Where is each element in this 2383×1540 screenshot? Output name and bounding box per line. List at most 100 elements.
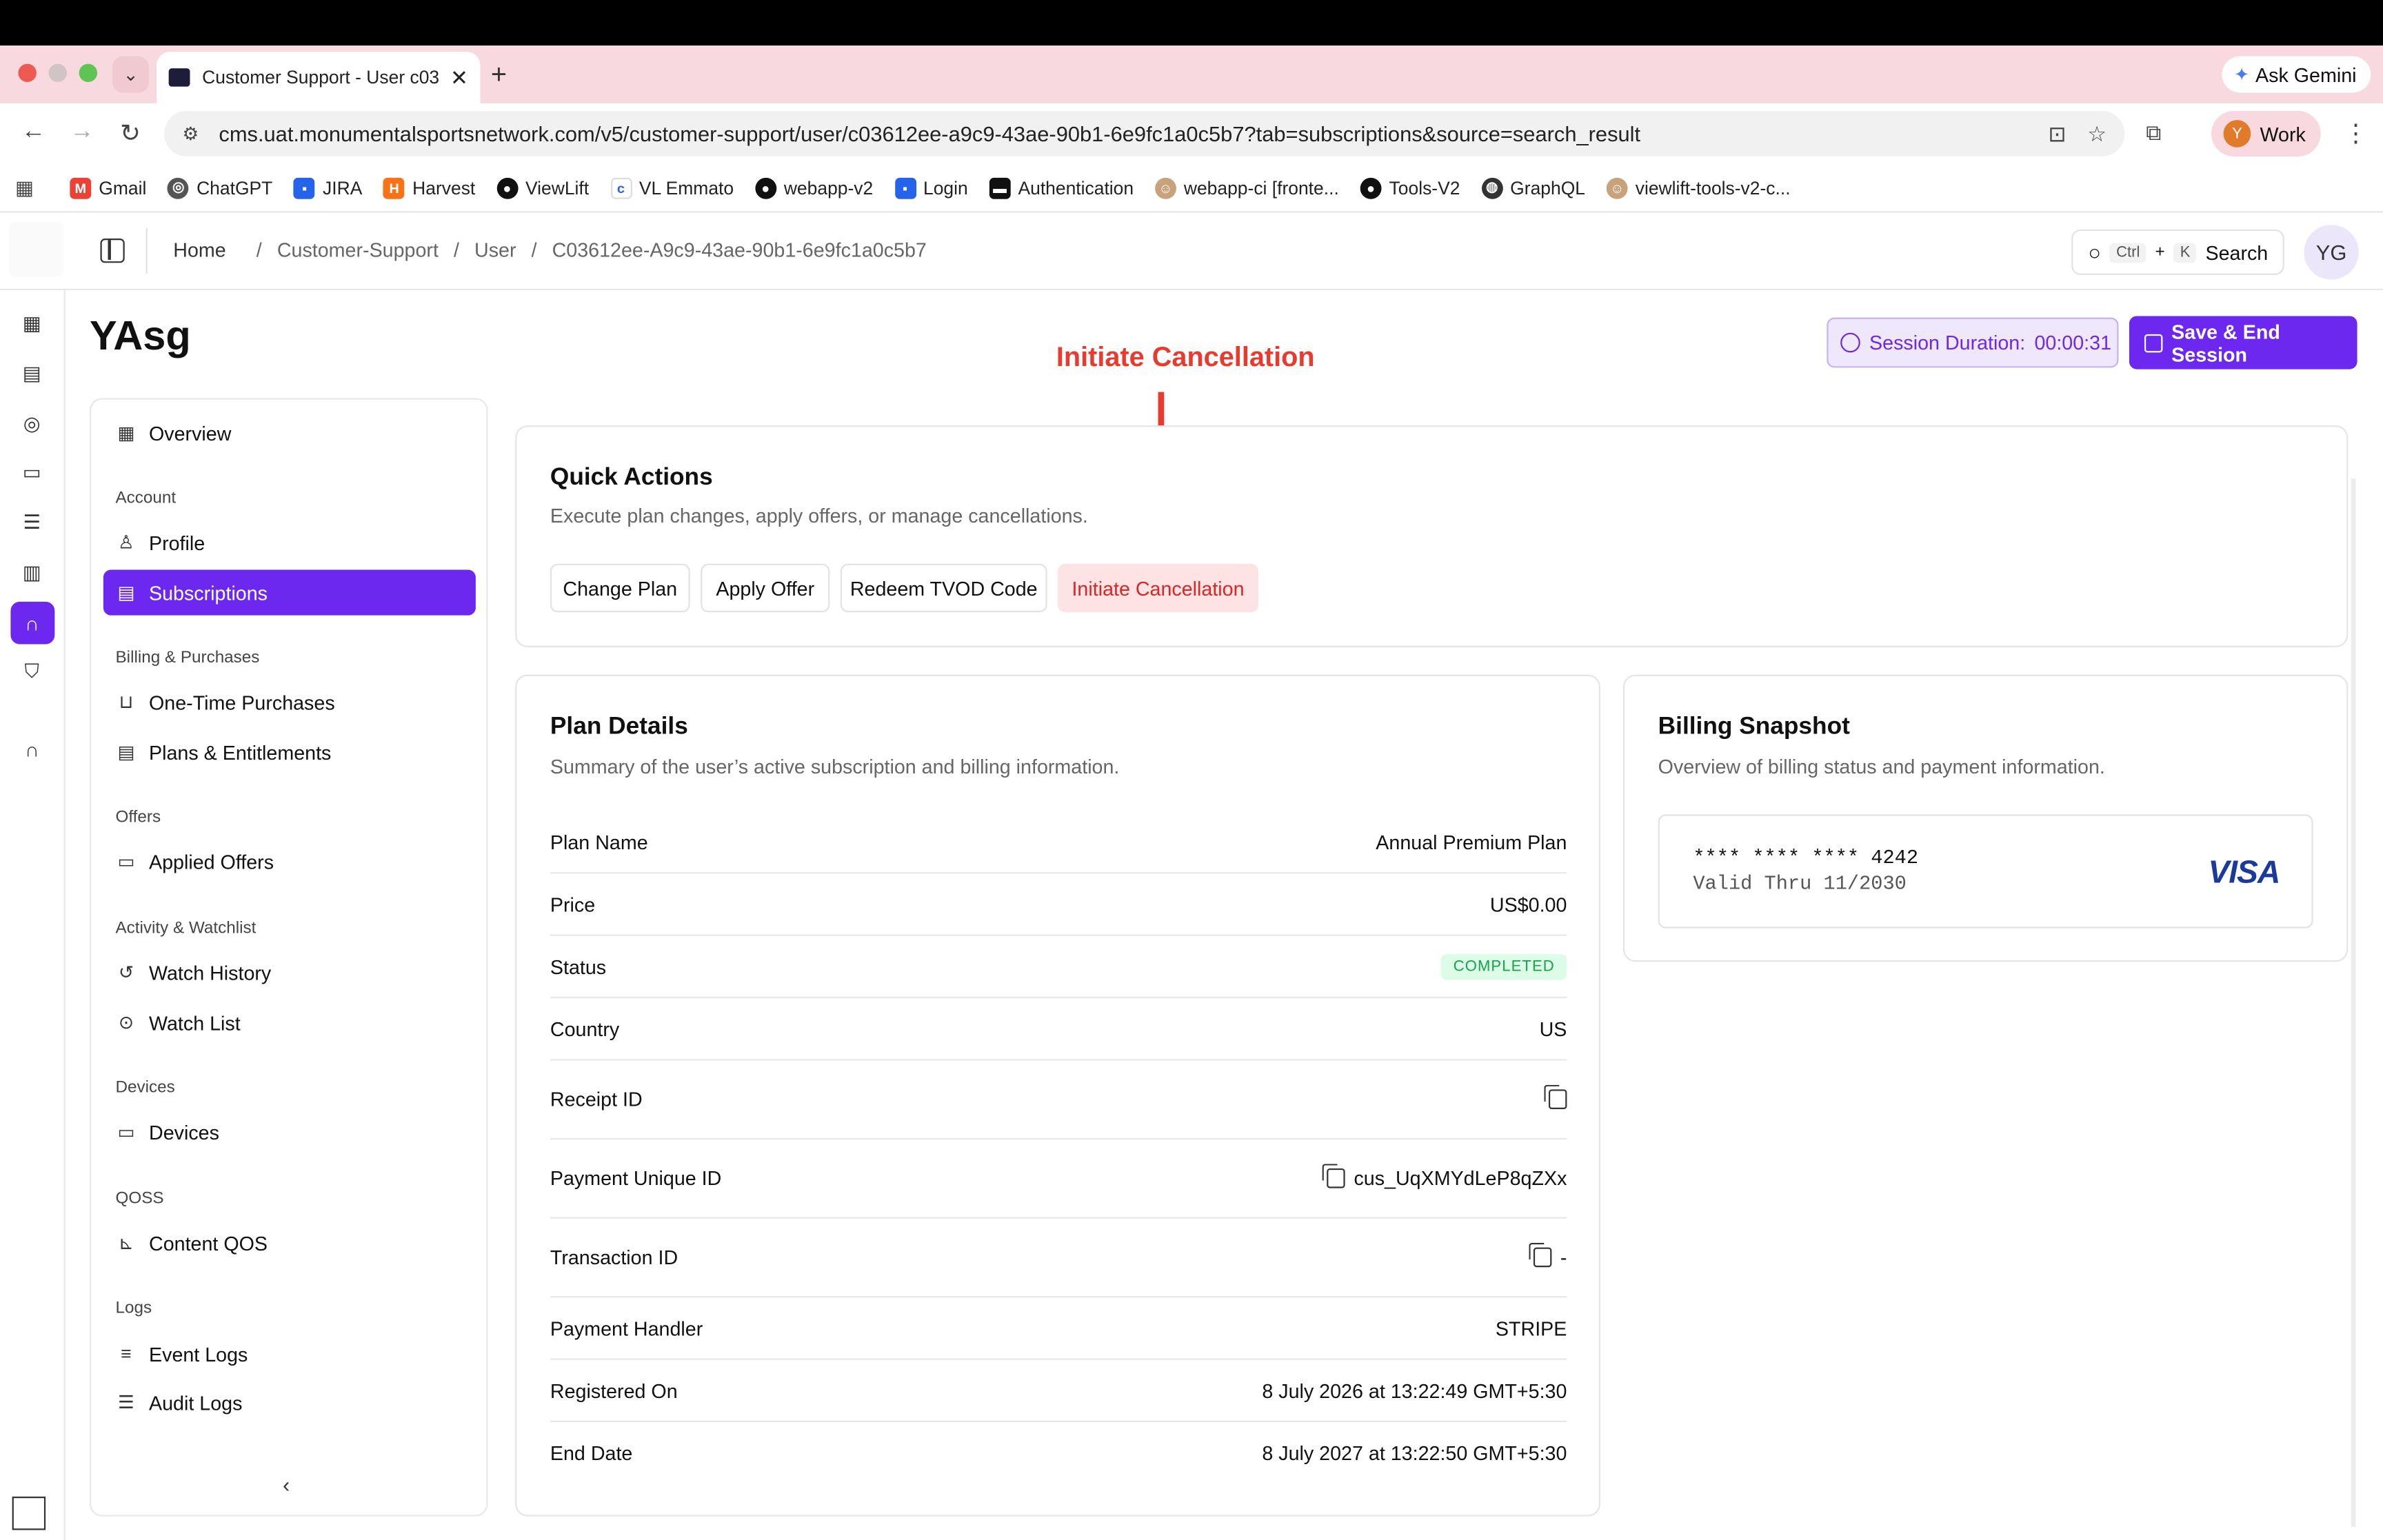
bookmark-item[interactable]: H Harvest <box>383 176 475 199</box>
sidebar: ▦ Overview Account ♙ Profile ▤ Subscription… <box>90 398 488 1517</box>
new-tab-plus-icon[interactable]: + <box>491 59 507 91</box>
minimize-window-button[interactable] <box>48 63 67 83</box>
github-icon: ● <box>496 176 518 199</box>
row-value: cus_UqXMYdLeP8qZXx <box>1354 1166 1567 1190</box>
chatgpt-icon: ◎ <box>168 176 190 199</box>
save-label: Save & End Session <box>2171 319 2280 366</box>
page-title: YAsg <box>90 313 191 359</box>
sliders-icon[interactable]: ☰ <box>20 511 44 535</box>
sidebar-item-watch-list[interactable]: ⊙ Watch List <box>103 1000 476 1045</box>
breadcrumb-customer-support[interactable]: Customer-Support <box>277 239 439 261</box>
row-value: - <box>1560 1246 1567 1269</box>
bookmark-star-icon[interactable]: ☆ <box>2087 121 2107 146</box>
bookmark-item[interactable]: ☺ viewlift-tools-v2-c... <box>1606 176 1791 199</box>
copy-icon[interactable] <box>1528 1242 1551 1268</box>
bookmark-item[interactable]: ● webapp-v2 <box>754 176 873 199</box>
address-bar[interactable]: ⚙ cms.uat.monumentalsportsnetwork.com/v5… <box>164 110 2125 157</box>
redeem-tvod-button[interactable]: Redeem TVOD Code <box>840 563 1047 613</box>
bookmark-item[interactable]: ▪ Login <box>894 176 968 199</box>
extensions-puzzle-icon[interactable]: ⧉ <box>2146 120 2161 145</box>
reload-icon[interactable]: ↻ <box>120 119 141 149</box>
tab-search-chevron-icon[interactable]: ⌄ <box>112 56 150 93</box>
bookmark-item[interactable]: ◍ GraphQL <box>1481 176 1585 199</box>
row-value: US$0.00 <box>1489 892 1567 915</box>
bookmark-label: Tools-V2 <box>1389 176 1460 199</box>
breadcrumb-home[interactable]: Home <box>173 239 225 261</box>
bookmark-label: ViewLift <box>525 176 590 199</box>
film-icon[interactable]: ▤ <box>20 362 44 386</box>
kbd-plus: + <box>2155 243 2165 262</box>
maximize-window-button[interactable] <box>79 63 98 83</box>
back-arrow-icon[interactable]: ← <box>21 119 46 146</box>
bookmark-item[interactable]: ◎ ChatGPT <box>168 176 272 199</box>
feedback-icon[interactable] <box>12 1497 46 1530</box>
search-icon: ○ <box>2088 240 2102 265</box>
sidebar-item-plans-entitlements[interactable]: ▤ Plans & Entitlements <box>103 729 476 775</box>
apps-grid-icon[interactable]: ▦ <box>15 176 39 200</box>
headset-icon: ∩ <box>24 611 39 635</box>
breadcrumb-user[interactable]: User <box>474 239 516 261</box>
search-label: Search <box>2205 241 2269 264</box>
collapse-sidebar-icon[interactable]: ‹ <box>283 1472 290 1497</box>
change-plan-button[interactable]: Change Plan <box>550 563 690 613</box>
wallet-icon[interactable]: ▭ <box>20 460 44 485</box>
bookmark-item[interactable]: ● Tools-V2 <box>1360 176 1460 199</box>
close-window-button[interactable] <box>18 63 37 83</box>
graphql-icon: ◍ <box>1481 176 1503 199</box>
search-button[interactable]: ○ Ctrl + K Search <box>2071 229 2284 275</box>
bookmark-item[interactable]: ▬ Authentication <box>989 176 1134 199</box>
user-avatar[interactable]: YG <box>2304 225 2359 280</box>
chart-icon: ⊾ <box>118 1232 134 1254</box>
close-tab-icon[interactable]: ✕ <box>450 65 468 90</box>
profile-button[interactable]: Y Work <box>2211 110 2321 157</box>
bookmark-item[interactable]: M Gmail <box>70 176 146 199</box>
copy-icon[interactable] <box>1322 1164 1345 1188</box>
apply-offer-button[interactable]: Apply Offer <box>701 563 830 613</box>
site-settings-icon[interactable]: ⚙ <box>182 123 203 145</box>
bookmark-item[interactable]: ☺ webapp-ci [fronte... <box>1154 176 1339 199</box>
row-label: Price <box>550 892 596 915</box>
kbd-k: K <box>2173 242 2197 263</box>
globe-icon[interactable]: ◎ <box>20 412 44 436</box>
sidebar-item-content-qos[interactable]: ⊾ Content QOS <box>103 1220 476 1266</box>
shield-icon[interactable]: ⛉ <box>20 660 44 684</box>
sidebar-toggle-icon[interactable] <box>100 239 125 263</box>
sidebar-item-label: Overview <box>149 421 232 445</box>
save-end-session-button[interactable]: Save & End Session <box>2129 316 2357 369</box>
quick-actions-title: Quick Actions <box>550 465 713 491</box>
forward-arrow-icon[interactable]: → <box>70 119 94 146</box>
headphones-icon[interactable]: ∩ <box>20 737 44 761</box>
receipt-icon: ▤ <box>117 582 135 604</box>
sidebar-item-subscriptions[interactable]: ▤ Subscriptions <box>103 569 476 616</box>
sidebar-item-one-time-purchases[interactable]: ⊔ One-Time Purchases <box>103 679 476 725</box>
ask-gemini-button[interactable]: ✦ Ask Gemini <box>2222 56 2371 93</box>
bookmark-item[interactable]: ● ViewLift <box>496 176 590 199</box>
sidebar-item-label: Audit Logs <box>149 1390 243 1414</box>
ask-gemini-label: Ask Gemini <box>2255 63 2357 86</box>
app-logo[interactable] <box>9 221 64 277</box>
initiate-cancellation-button[interactable]: Initiate Cancellation <box>1058 563 1258 613</box>
layout-icon[interactable]: ▥ <box>20 560 44 585</box>
sidebar-item-profile[interactable]: ♙ Profile <box>103 520 476 565</box>
url-text: cms.uat.monumentalsportsnetwork.com/v5/c… <box>219 121 1641 146</box>
bookmark-item[interactable]: ▪ JIRA <box>294 176 362 199</box>
row-label: End Date <box>550 1441 633 1465</box>
row-label: Transaction ID <box>550 1246 678 1269</box>
page-scrollbar[interactable] <box>2351 478 2356 1528</box>
sidebar-item-watch-history[interactable]: ↺ Watch History <box>103 950 476 995</box>
install-app-icon[interactable]: ⊡ <box>2048 121 2066 146</box>
sidebar-item-applied-offers[interactable]: ▭ Applied Offers <box>103 839 476 884</box>
browser-menu-icon[interactable]: ⋮ <box>2344 119 2368 149</box>
harvest-icon: H <box>383 176 405 199</box>
sidebar-item-devices[interactable]: ▭ Devices <box>103 1109 476 1155</box>
copy-icon[interactable] <box>1544 1084 1567 1109</box>
sidebar-item-audit-logs[interactable]: ☰ Audit Logs <box>103 1379 476 1425</box>
checklist-icon: ☰ <box>118 1391 134 1413</box>
browser-tab[interactable]: Customer Support - User c03 ✕ <box>157 51 481 103</box>
sidebar-item-event-logs[interactable]: ≡ Event Logs <box>103 1331 476 1377</box>
sidebar-item-overview[interactable]: ▦ Overview <box>103 410 476 456</box>
monitor-icon: ▭ <box>117 1121 135 1143</box>
dashboard-icon[interactable]: ▦ <box>20 312 44 336</box>
bookmark-item[interactable]: c VL Emmato <box>610 176 734 199</box>
save-icon <box>2144 333 2162 352</box>
